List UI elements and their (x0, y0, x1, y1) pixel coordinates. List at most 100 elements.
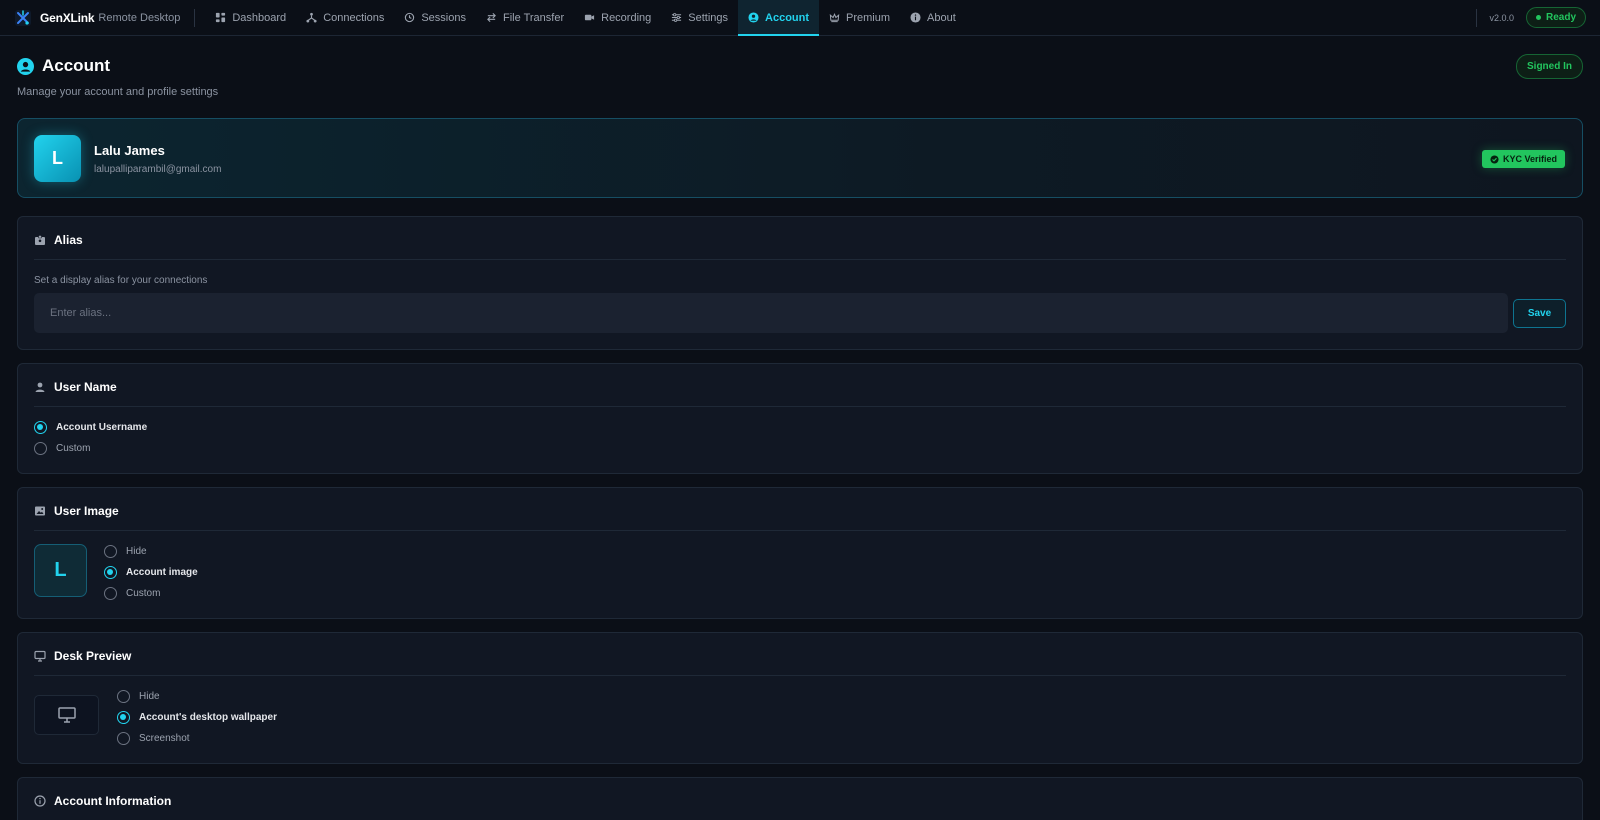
radio-unchecked-icon (117, 732, 130, 745)
account-info-card: Account Information (17, 777, 1583, 820)
radio-checked-icon (117, 711, 130, 724)
tab-account[interactable]: Account (738, 0, 820, 36)
desk-preview-divider (34, 675, 1566, 676)
page-header: Account Manage your account and profile … (17, 56, 218, 98)
desk-preview-header: Desk Preview (34, 649, 1566, 673)
desk-preview-title: Desk Preview (54, 649, 132, 663)
app-name: GenXLink (40, 10, 95, 25)
radio-image-account[interactable]: Account image (104, 566, 198, 579)
radio-checked-icon (104, 566, 117, 579)
profile-email: lalupalliparambil@gmail.com (94, 164, 222, 175)
radio-unchecked-icon (104, 587, 117, 600)
alias-header: Alias (34, 233, 1566, 257)
tab-label: Dashboard (232, 11, 287, 24)
tab-label: Connections (323, 11, 385, 24)
user-icon (35, 382, 45, 392)
user-image-header: User Image (34, 504, 1566, 528)
radio-label: Custom (56, 443, 91, 454)
tab-settings[interactable]: Settings (661, 0, 738, 35)
tab-label: Premium (846, 11, 891, 24)
tab-file-transfer[interactable]: File Transfer (476, 0, 574, 35)
info-icon (910, 12, 921, 23)
tab-label: Settings (688, 11, 729, 24)
tab-dashboard[interactable]: Dashboard (205, 0, 296, 35)
tab-label: About (927, 11, 956, 24)
kyc-verified-badge: KYC Verified (1481, 150, 1565, 168)
user-image-divider (34, 530, 1566, 531)
radio-unchecked-icon (34, 442, 47, 455)
kyc-label: KYC Verified (1502, 154, 1557, 164)
monitor-icon (34, 650, 46, 662)
save-button[interactable]: Save (1513, 299, 1566, 328)
tab-sessions[interactable]: Sessions (394, 0, 476, 35)
signed-in-badge: Signed In (1516, 54, 1583, 79)
user-image-preview: L (34, 544, 87, 597)
video-icon (585, 14, 595, 21)
alias-input[interactable] (34, 293, 1508, 333)
radio-label: Hide (126, 546, 147, 557)
radio-label: Account image (126, 567, 198, 578)
desk-preview-card: Desk Preview Hide Account's desktop wall… (17, 632, 1583, 764)
user-image-title: User Image (54, 504, 119, 518)
radio-label: Custom (126, 588, 161, 599)
tab-label: Account (765, 11, 810, 24)
radio-checked-icon (34, 421, 47, 434)
radio-image-custom[interactable]: Custom (104, 587, 160, 600)
transfer-icon (487, 12, 496, 23)
user-name-divider (34, 406, 1566, 407)
alias-divider (34, 259, 1566, 260)
radio-desk-screenshot[interactable]: Screenshot (117, 732, 190, 745)
radio-label: Hide (139, 691, 160, 702)
radio-unchecked-icon (104, 545, 117, 558)
version-label: v2.0.0 (1476, 8, 1514, 27)
radio-image-hide[interactable]: Hide (104, 545, 147, 558)
user-name-card: User Name Account Username Custom (17, 363, 1583, 474)
radio-desk-wallpaper[interactable]: Account's desktop wallpaper (117, 711, 277, 724)
tab-label: Sessions (421, 11, 466, 24)
profile-name: Lalu James (94, 143, 165, 158)
account-info-title: Account Information (54, 794, 172, 808)
tab-recording[interactable]: Recording (574, 0, 661, 35)
main-nav: Dashboard Connections Sessions File Tran… (205, 0, 966, 36)
profile-card: L Lalu James lalupalliparambil@gmail.com… (17, 118, 1583, 198)
user-image-card: User Image L Hide Account image Custom (17, 487, 1583, 619)
history-icon (405, 12, 415, 23)
radio-account-username[interactable]: Account Username (34, 421, 147, 434)
alias-card: Alias Set a display alias for your conne… (17, 216, 1583, 350)
image-icon (35, 506, 45, 516)
radio-custom-username[interactable]: Custom (34, 442, 90, 455)
brand: GenXLink Remote Desktop (0, 0, 180, 35)
user-circle-icon (748, 12, 759, 23)
desk-preview-thumbnail (34, 695, 99, 735)
crown-icon (829, 13, 840, 23)
verified-badge-icon (1490, 154, 1499, 164)
radio-label: Account Username (56, 422, 148, 433)
user-name-header: User Name (34, 380, 1566, 404)
page-subtitle: Manage your account and profile settings (17, 86, 219, 98)
top-bar: GenXLink Remote Desktop Dashboard Connec… (0, 0, 1600, 36)
tab-about[interactable]: About (900, 0, 966, 35)
user-name-title: User Name (54, 380, 117, 394)
alias-title: Alias (54, 233, 83, 247)
tab-connections[interactable]: Connections (296, 0, 394, 35)
status-text: Ready (1545, 12, 1576, 23)
info-icon (34, 795, 46, 807)
status-badge: Ready (1525, 7, 1586, 28)
tab-premium[interactable]: Premium (819, 0, 900, 35)
avatar: L (34, 135, 81, 182)
sliders-icon (672, 13, 682, 22)
monitor-icon (57, 707, 76, 723)
id-badge-icon (35, 235, 45, 245)
status-dot-icon (1535, 15, 1541, 20)
tab-label: Recording (601, 11, 652, 24)
alias-hint: Set a display alias for your connections (34, 275, 208, 286)
radio-desk-hide[interactable]: Hide (117, 690, 160, 703)
dashboard-icon (216, 12, 226, 23)
radio-label: Account's desktop wallpaper (139, 712, 277, 723)
account-icon (17, 57, 34, 75)
genxlink-logo-icon (15, 9, 31, 26)
radio-label: Screenshot (139, 733, 190, 744)
account-info-header: Account Information (34, 794, 1566, 818)
app-subtitle: Remote Desktop (98, 11, 181, 24)
radio-unchecked-icon (117, 690, 130, 703)
